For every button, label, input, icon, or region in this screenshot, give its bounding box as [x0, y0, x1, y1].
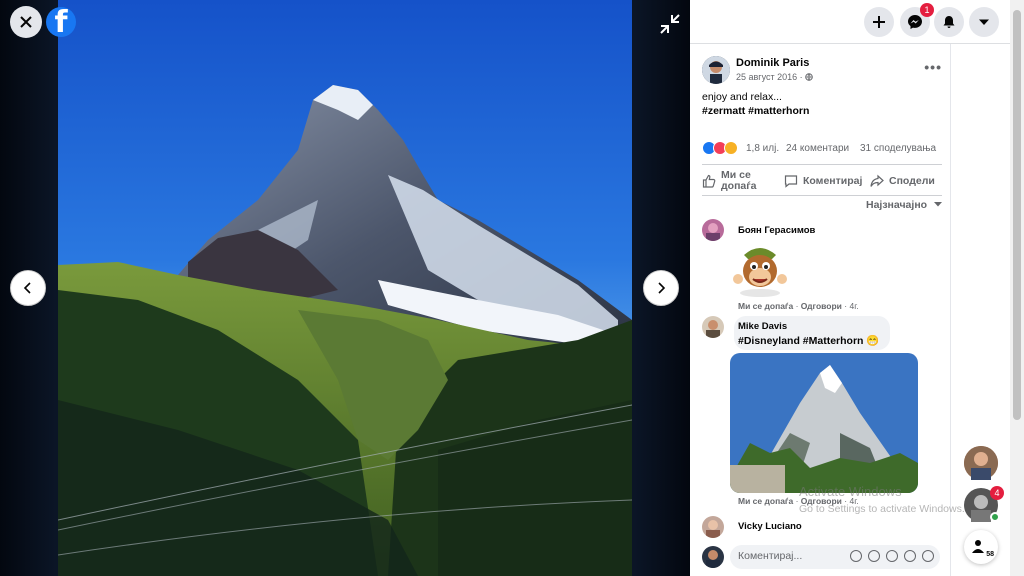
author-avatar-image — [702, 56, 730, 84]
collapse-icon — [660, 14, 680, 34]
commenter-avatar[interactable] — [702, 219, 724, 241]
comment-text: #Disneyland #Matterhorn 😁 — [738, 335, 880, 347]
windows-watermark-subtitle: Go to Settings to activate Windows. — [799, 503, 965, 515]
comment-button-label: Коментирај — [803, 175, 863, 187]
author-row: Dominik Paris 25 август 2016 · ••• — [702, 56, 942, 86]
top-bar: 1 — [690, 0, 1024, 44]
commenter-avatar-image — [702, 316, 724, 338]
comment-bubble: Mike Davis #Disneyland #Matterhorn 😁 — [734, 316, 890, 350]
caret-down-icon — [934, 202, 942, 207]
previous-photo-button[interactable] — [10, 270, 46, 306]
plus-icon — [873, 16, 885, 28]
account-menu-button[interactable] — [969, 7, 999, 37]
page-scrollbar-thumb[interactable] — [1013, 10, 1021, 420]
next-photo-button[interactable] — [643, 270, 679, 306]
disneyland-matterhorn-image — [730, 353, 918, 493]
comments-count[interactable]: 24 коментари — [786, 143, 849, 154]
gif-icon[interactable] — [904, 550, 916, 562]
comment-like-link[interactable]: Ми се допаѓа — [738, 301, 793, 311]
online-status-dot — [990, 512, 1000, 522]
my-avatar-image — [702, 546, 724, 568]
people-count: 58 — [986, 551, 994, 558]
emoji-icon[interactable] — [868, 550, 880, 562]
globe-icon — [805, 73, 813, 81]
wow-reaction-icon — [724, 141, 738, 155]
comment-item: Mike Davis #Disneyland #Matterhorn 😁 Ми … — [702, 316, 942, 512]
post-options-button[interactable]: ••• — [924, 59, 942, 75]
commenter-avatar[interactable] — [702, 316, 724, 338]
notifications-button[interactable] — [934, 7, 964, 37]
photo-viewer: f — [0, 0, 690, 576]
author-name[interactable]: Dominik Paris — [736, 57, 809, 69]
chat-head[interactable]: 4 — [964, 486, 1004, 522]
share-button[interactable]: Сподели — [870, 169, 935, 193]
post-caption: enjoy and relax... — [702, 91, 782, 103]
facebook-logo-letter: f — [54, 7, 68, 38]
commenter-avatar-image — [702, 219, 724, 241]
comment-button[interactable]: Коментирај — [784, 169, 862, 193]
post-actions: Ми се допаѓа Коментирај Сподели — [702, 164, 942, 196]
messenger-button[interactable]: 1 — [900, 3, 934, 37]
thumbs-up-icon — [702, 174, 716, 188]
like-button[interactable]: Ми се допаѓа — [702, 169, 772, 193]
chevron-left-icon — [23, 282, 31, 294]
post-date-text[interactable]: 25 август 2016 · — [736, 72, 805, 82]
comment-input[interactable]: Коментирај... — [730, 545, 940, 569]
comment-item: Vicky Luciano — [702, 514, 942, 540]
bell-icon — [943, 16, 955, 28]
like-button-label: Ми се допаѓа — [721, 169, 757, 192]
post-photo[interactable] — [58, 0, 632, 576]
caret-down-icon — [979, 19, 989, 25]
post-hashtags[interactable]: #zermatt #matterhorn — [702, 105, 809, 117]
reaction-icons[interactable] — [702, 141, 742, 155]
comment-sort-label: Најзначајно — [865, 199, 928, 211]
close-button[interactable] — [10, 6, 42, 38]
create-button[interactable] — [864, 7, 894, 37]
author-avatar[interactable] — [702, 56, 730, 84]
comment-reply-link[interactable]: Одговори — [801, 301, 842, 311]
messenger-badge: 1 — [920, 3, 934, 17]
matterhorn-photo — [58, 0, 632, 576]
sticker-icon[interactable] — [850, 550, 862, 562]
comment-tools — [850, 550, 934, 562]
facebook-logo[interactable]: f — [46, 7, 76, 37]
commenter-name[interactable]: Mike Davis — [738, 321, 787, 332]
comment-sort-dropdown[interactable]: Најзначајно — [866, 199, 942, 211]
comment-input-placeholder: Коментирај... — [738, 550, 803, 562]
comment-item: Боян Герасимов Ми се допаѓа · Одговори ·… — [702, 219, 942, 315]
panel-divider — [950, 44, 951, 576]
share-icon — [870, 174, 884, 187]
messenger-icon — [908, 15, 922, 29]
chat-head-avatar — [964, 446, 998, 480]
comment-attached-image[interactable] — [730, 353, 918, 493]
likes-count[interactable]: 1,8 илј. — [746, 143, 779, 154]
my-avatar[interactable] — [702, 546, 724, 568]
sticker-pack-icon[interactable] — [922, 550, 934, 562]
chat-head[interactable] — [964, 446, 998, 480]
commenter-name[interactable]: Боян Герасимов — [738, 225, 815, 236]
collapse-button[interactable] — [658, 12, 682, 36]
post-panel: 1 Dominik Paris 25 август 2016 · ••• enj… — [690, 0, 1024, 576]
commenter-avatar[interactable] — [702, 516, 724, 538]
share-button-label: Сподели — [889, 175, 935, 187]
comment-meta: Ми се допаѓа · Одговори · 4г. — [738, 301, 859, 311]
camera-icon[interactable] — [886, 550, 898, 562]
comment-like-link[interactable]: Ми се допаѓа — [738, 496, 793, 506]
close-icon — [20, 16, 32, 28]
commenter-avatar-image — [702, 516, 724, 538]
post-date: 25 август 2016 · — [736, 72, 813, 82]
shares-count[interactable]: 31 споделувања — [860, 143, 936, 154]
comment-time[interactable]: 4г. — [849, 301, 858, 311]
windows-watermark-title: Activate Windows — [799, 484, 902, 499]
sticker-image — [733, 248, 787, 297]
reaction-stats: 1,8 илј. 24 коментари 31 споделувања — [702, 140, 942, 158]
chevron-right-icon — [658, 282, 666, 294]
commenter-name[interactable]: Vicky Luciano — [738, 521, 802, 532]
comment-composer: Коментирај... — [700, 542, 944, 572]
page-scrollbar[interactable] — [1010, 0, 1024, 576]
new-message-button[interactable]: 58 — [964, 530, 998, 564]
chat-head-badge: 4 — [990, 486, 1004, 500]
comment-icon — [784, 175, 798, 188]
